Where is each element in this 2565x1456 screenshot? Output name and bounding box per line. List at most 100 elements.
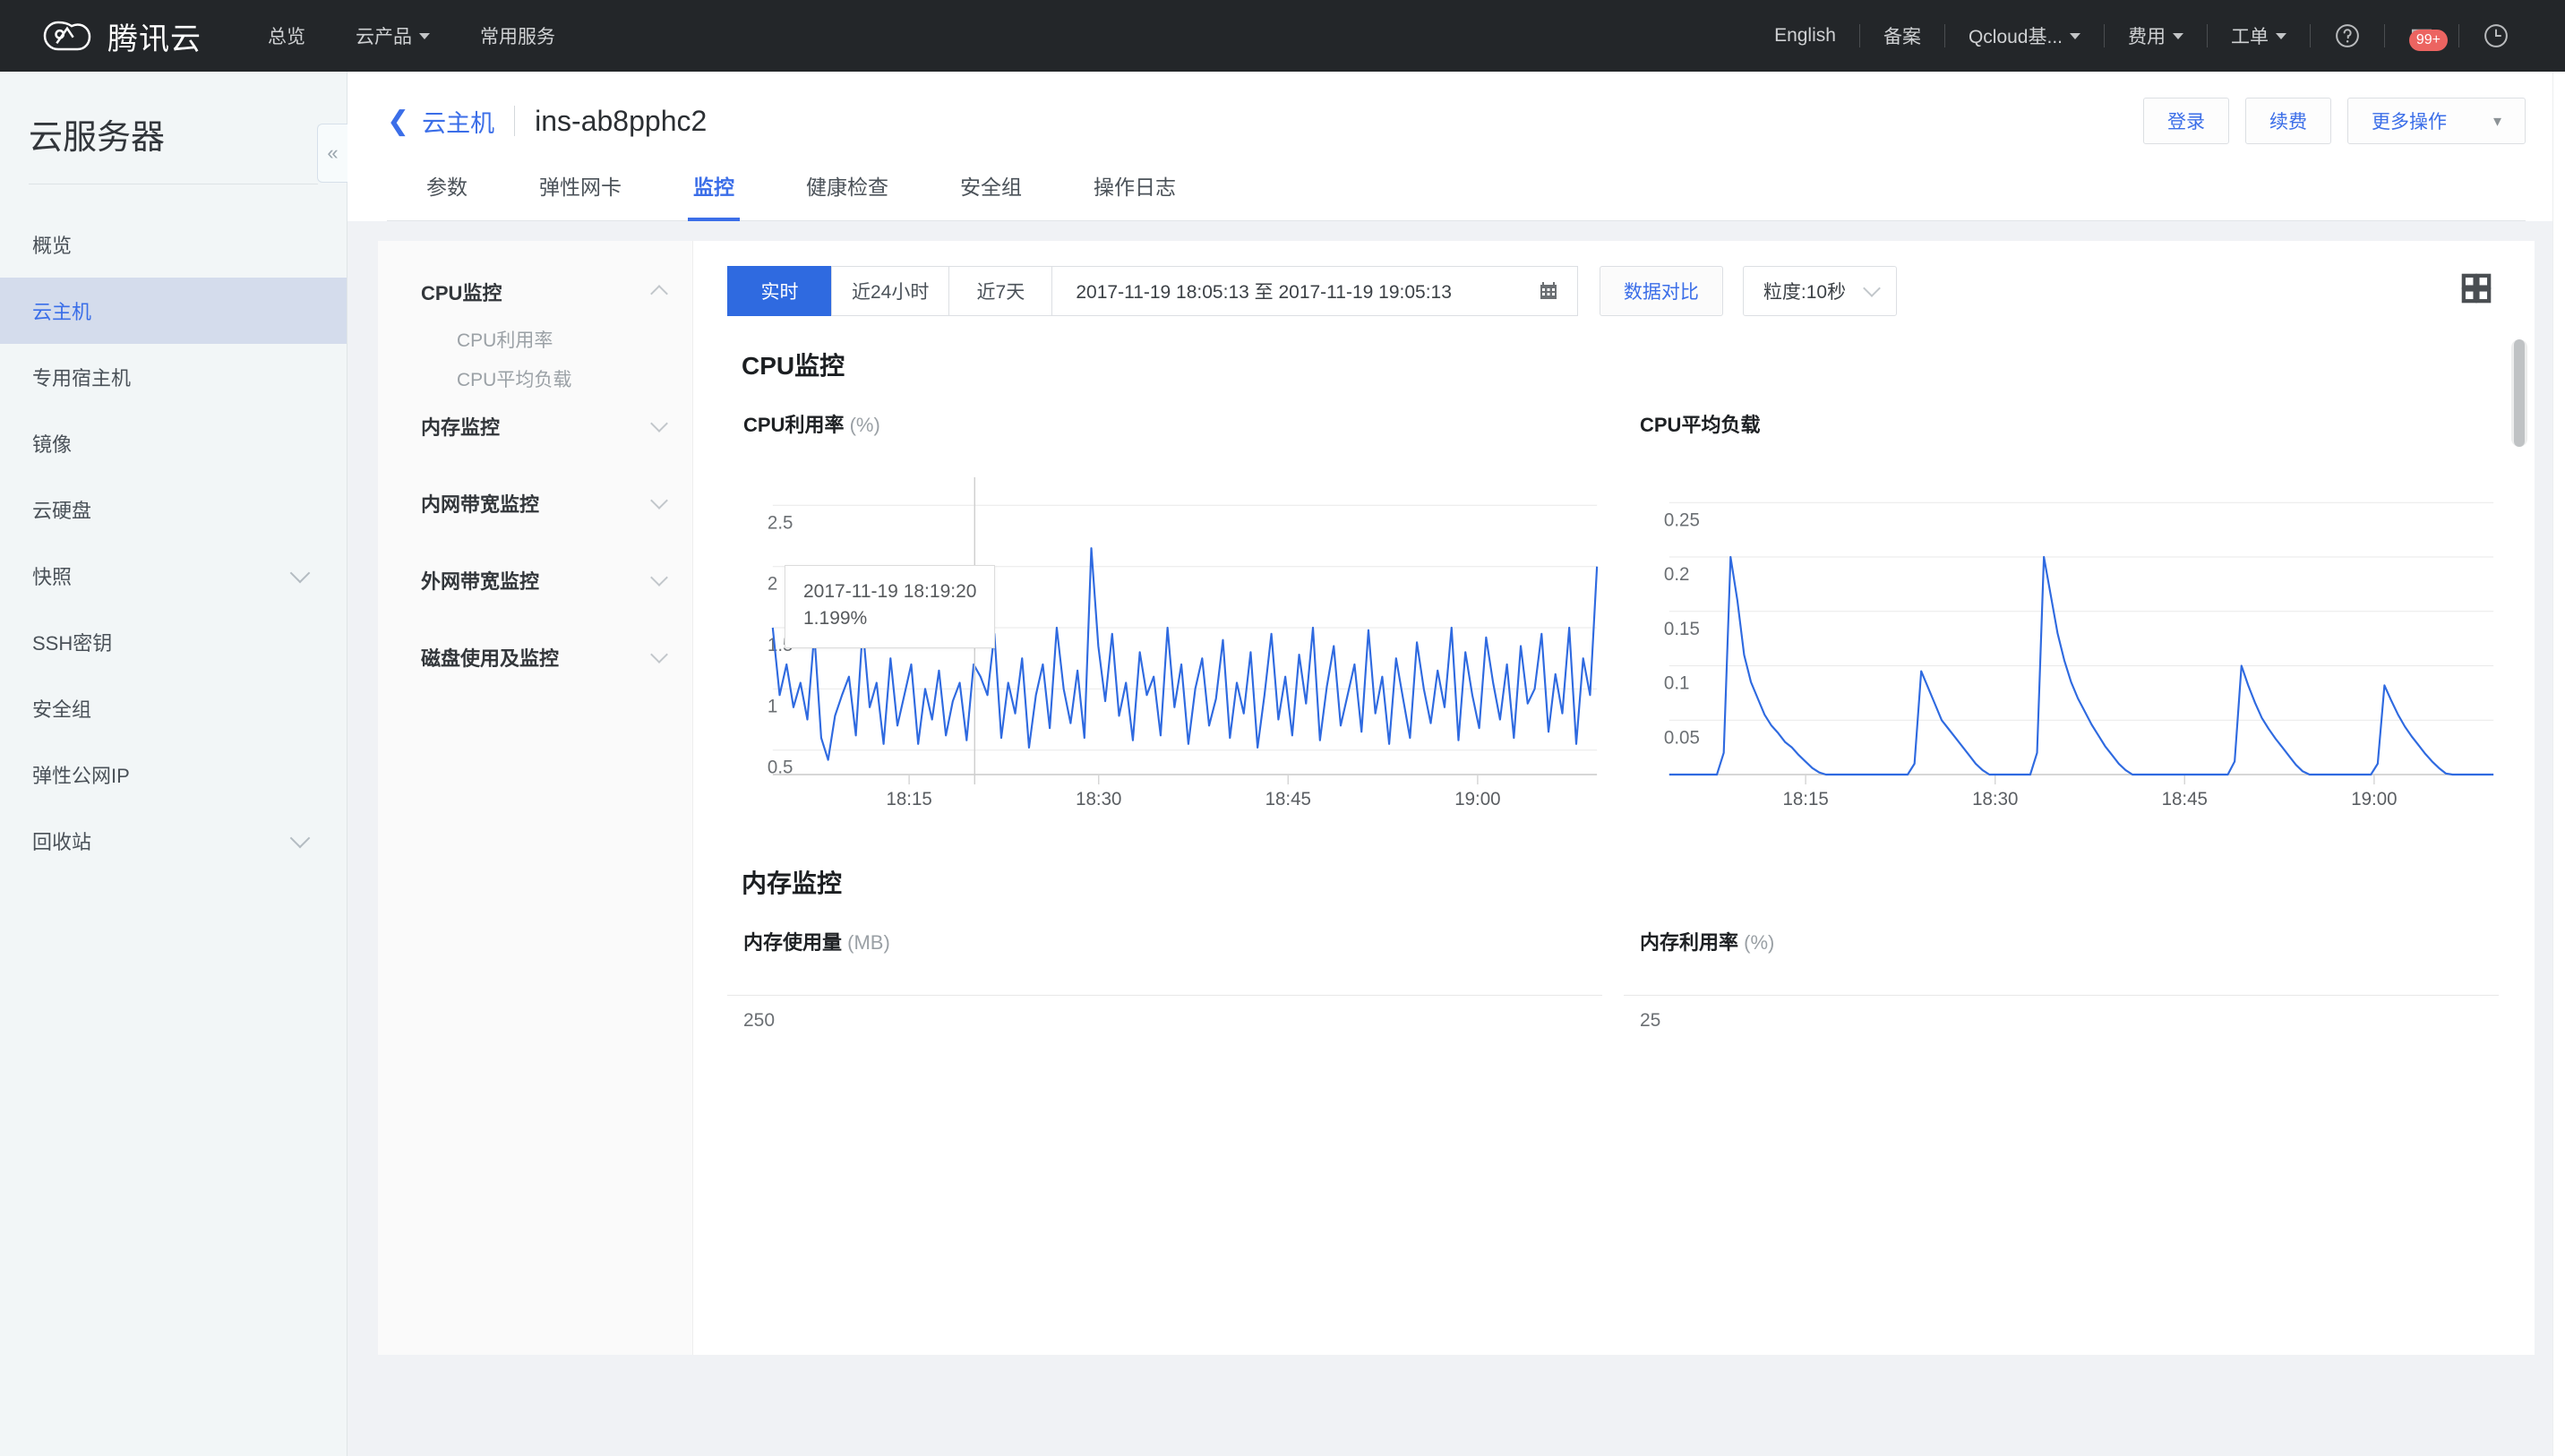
chevron-down-icon — [2173, 32, 2183, 39]
nav-item-beian[interactable]: 备案 — [1860, 22, 1944, 49]
metric-item-cpu-utilization-label: CPU利用率 — [457, 330, 553, 351]
question-circle-icon — [2336, 24, 2359, 47]
svg-text:19:00: 19:00 — [1454, 789, 1500, 809]
more-actions-button[interactable]: 更多操作 ▾ — [2346, 98, 2526, 144]
date-range-value: 2017-11-19 18:05:13 至 2017-11-19 19:05:1… — [1076, 282, 1452, 303]
sidebar-item-snapshot[interactable]: 快照 — [0, 543, 347, 609]
chart-memory-utilization-unit: (%) — [1744, 931, 1775, 954]
granularity-select[interactable]: 粒度:10秒 — [1742, 266, 1897, 316]
chevron-left-icon[interactable]: ❮ — [387, 106, 409, 137]
breadcrumb-link-cvm[interactable]: 云主机 — [422, 104, 494, 139]
breadcrumb-divider — [514, 106, 516, 136]
tab-params[interactable]: 参数 — [390, 170, 503, 220]
breadcrumb: ❮ 云主机 ins-ab8pphc2 登录 续费 更多操作 ▾ — [387, 72, 2526, 170]
nav-item-products[interactable]: 云产品 — [356, 22, 430, 49]
collapse-icon: « — [327, 141, 339, 164]
nav-item-common-services[interactable]: 常用服务 — [480, 22, 555, 49]
metric-group-disk[interactable]: 磁盘使用及监控 — [378, 630, 692, 685]
sidebar-item-image[interactable]: 镜像 — [0, 410, 347, 476]
app-shell: 云服务器 概览 云主机 专用宿主机 镜像 云硬盘 快照 SSH密钥 安全组 弹性… — [0, 72, 2565, 1456]
metric-category-nav: CPU监控 CPU利用率 CPU平均负载 内存监控 内网带宽监控 外网带宽监控 … — [378, 241, 693, 1355]
svg-text:18:30: 18:30 — [1076, 789, 1121, 809]
nav-item-overview[interactable]: 总览 — [268, 22, 305, 49]
nav-item-billing[interactable]: 费用 — [2105, 22, 2207, 49]
metric-group-cpu-label: CPU监控 — [421, 282, 502, 304]
page-scrollbar[interactable] — [2552, 72, 2565, 1456]
chart-cpu-utilization: CPU利用率 (%) 2.5 2 1.5 1 0.5 18:15 18:30 18:45 19:… — [727, 409, 1602, 810]
metric-group-intranet-bandwidth[interactable]: 内网带宽监控 — [378, 475, 692, 531]
notifications-button[interactable]: 99+ — [2385, 22, 2458, 51]
svg-text:0.1: 0.1 — [1664, 672, 1690, 693]
brand-name: 腾讯云 — [107, 21, 202, 56]
tab-health-check[interactable]: 健康检查 — [770, 170, 924, 220]
sidebar-item-label: 概览 — [32, 235, 73, 257]
metric-item-cpu-utilization[interactable]: CPU利用率 — [378, 320, 692, 359]
page-header: ❮ 云主机 ins-ab8pphc2 登录 续费 更多操作 ▾ 参数 弹性网卡 … — [347, 72, 2565, 221]
tab-eni[interactable]: 弹性网卡 — [503, 170, 657, 220]
sidebar-item-recycle-bin[interactable]: 回收站 — [0, 808, 347, 874]
tab-monitoring[interactable]: 监控 — [657, 170, 770, 221]
tab-operation-log[interactable]: 操作日志 — [1058, 170, 1212, 220]
sidebar-item-overview[interactable]: 概览 — [0, 211, 347, 278]
sidebar-item-label: 快照 — [32, 566, 73, 588]
range-24h-button[interactable]: 近24小时 — [831, 266, 949, 316]
date-range-picker[interactable]: 2017-11-19 18:05:13 至 2017-11-19 19:05:1… — [1052, 266, 1578, 316]
nav-item-english-label: English — [1774, 25, 1836, 46]
calendar-icon — [1540, 282, 1557, 299]
sidebar-item-label: 镜像 — [32, 433, 73, 456]
sidebar-title: 云服务器 — [29, 119, 166, 157]
tab-monitoring-label: 监控 — [693, 176, 734, 199]
sidebar-item-cloud-disk[interactable]: 云硬盘 — [0, 476, 347, 543]
svg-text:2.5: 2.5 — [768, 512, 794, 533]
sidebar-item-dedicated-host[interactable]: 专用宿主机 — [0, 344, 347, 410]
metric-item-cpu-load[interactable]: CPU平均负载 — [378, 359, 692, 398]
sidebar-item-elastic-ip[interactable]: 弹性公网IP — [0, 741, 347, 808]
sidebar-menu: 概览 云主机 专用宿主机 镜像 云硬盘 快照 SSH密钥 安全组 弹性公网IP … — [0, 184, 347, 874]
metric-group-cpu[interactable]: CPU监控 — [378, 264, 692, 320]
help-button[interactable] — [2311, 22, 2384, 49]
sidebar-item-cvm[interactable]: 云主机 — [0, 278, 347, 344]
chart-cpu-load-label: CPU平均负载 — [1640, 414, 1761, 436]
range-7d-button[interactable]: 近7天 — [948, 266, 1053, 316]
nav-item-qcloud-base[interactable]: Qcloud基... — [1945, 22, 2104, 49]
sidebar-item-label: 云主机 — [32, 301, 92, 323]
metric-group-internet-bandwidth[interactable]: 外网带宽监控 — [378, 552, 692, 608]
layout-toggle-button[interactable] — [2461, 273, 2492, 308]
metric-group-intranet-bandwidth-label: 内网带宽监控 — [421, 493, 540, 516]
clock-icon — [2484, 24, 2508, 47]
panel-scrollbar[interactable] — [2511, 339, 2527, 447]
chart-cpu-load-title: CPU平均负载 — [1624, 409, 2499, 438]
nav-item-tickets[interactable]: 工单 — [2208, 22, 2310, 49]
tab-security-group-label: 安全组 — [960, 176, 1022, 199]
content-area: CPU监控 CPU利用率 CPU平均负载 内存监控 内网带宽监控 外网带宽监控 … — [347, 221, 2565, 1446]
sidebar-item-label: SSH密钥 — [32, 632, 113, 655]
chart-memory-usage-title: 内存使用量 (MB) — [727, 927, 1602, 955]
sidebar-item-security-group[interactable]: 安全组 — [0, 675, 347, 741]
chart-cpu-load-svg: 0.25 0.2 0.15 0.1 0.05 18:15 18:30 18:45 19:00 — [1664, 501, 2494, 809]
panel-scrollbar-thumb[interactable] — [2514, 339, 2525, 447]
svg-text:18:30: 18:30 — [1972, 789, 2018, 809]
nav-item-overview-label: 总览 — [268, 27, 305, 47]
chevron-down-icon: ▾ — [2492, 111, 2501, 130]
nav-item-billing-label: 费用 — [2128, 27, 2166, 47]
tab-params-label: 参数 — [426, 176, 468, 199]
chart-cpu-load: CPU平均负载 0.25 0.2 0.15 0.1 0.05 18:15 18:30 18:4… — [1624, 409, 2499, 810]
nav-item-english[interactable]: English — [1751, 25, 1859, 47]
range-realtime-label: 实时 — [760, 282, 799, 303]
range-realtime-button[interactable]: 实时 — [727, 266, 831, 316]
history-button[interactable] — [2459, 22, 2533, 49]
login-button[interactable]: 登录 — [2142, 98, 2229, 144]
sidebar-collapse-button[interactable]: « — [317, 124, 347, 183]
top-navigation-bar: 腾讯云 总览 云产品 常用服务 English 备案 Qcloud基... 费用 — [0, 0, 2565, 72]
brand-logo-link[interactable]: 腾讯云 — [43, 14, 202, 58]
nav-item-beian-label: 备案 — [1883, 27, 1921, 47]
sidebar-item-ssh-key[interactable]: SSH密钥 — [0, 609, 347, 675]
sidebar-item-label: 安全组 — [32, 698, 92, 721]
data-compare-button[interactable]: 数据对比 — [1599, 266, 1723, 316]
renew-button[interactable]: 续费 — [2244, 98, 2331, 144]
chevron-down-icon — [2276, 32, 2286, 39]
tab-security-group[interactable]: 安全组 — [924, 170, 1058, 220]
metric-group-memory[interactable]: 内存监控 — [378, 398, 692, 454]
nav-item-common-services-label: 常用服务 — [480, 27, 555, 47]
chevron-down-icon — [650, 646, 668, 664]
